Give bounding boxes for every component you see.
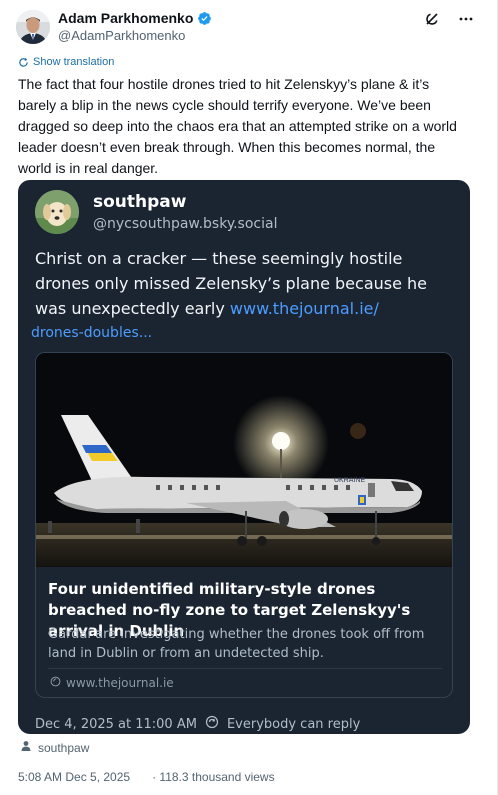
more-icon[interactable] <box>457 10 475 28</box>
tweet-meta: 5:08 AM Dec 5, 2025 · 118.3 thousand vie… <box>18 770 275 784</box>
person-icon <box>20 740 32 755</box>
link-preview-card[interactable]: UKRAINE Four unidentified military-style… <box>35 352 453 698</box>
plane-label: UKRAINE <box>334 477 365 484</box>
quote-timestamp[interactable]: Dec 4, 2025 at 11:00 AM <box>35 717 197 732</box>
show-translation-link[interactable]: Show translation <box>18 56 114 68</box>
tweet-actions-top <box>423 10 475 28</box>
tweet-text: The fact that four hostile drones tried … <box>18 76 457 176</box>
attribution-name[interactable]: southpaw <box>38 741 89 755</box>
globe-icon <box>50 676 61 690</box>
article-image[interactable]: UKRAINE <box>36 353 452 567</box>
quote-attribution[interactable]: southpaw <box>20 740 89 755</box>
reply-setting-icon <box>205 715 219 733</box>
quote-avatar[interactable] <box>35 190 79 234</box>
quote-link[interactable]: www.thejournal.ie/ <box>230 299 379 318</box>
author-handle[interactable]: @AdamParkhomenko <box>58 28 185 43</box>
view-count: · 118.3 thousand views <box>152 770 275 784</box>
card-divider <box>48 668 442 669</box>
quote-footer: Dec 4, 2025 at 11:00 AM Everybody can re… <box>35 715 360 733</box>
tweet: Adam Parkhomenko @AdamParkhomenko Show t… <box>0 0 498 795</box>
quote-text: Christ on a cracker — these seemingly ho… <box>31 246 455 346</box>
author-avatar[interactable] <box>16 10 50 44</box>
quote-author-handle[interactable]: @nycsouthpaw.bsky.social <box>93 216 277 232</box>
grok-icon[interactable] <box>423 10 441 28</box>
author-name-row[interactable]: Adam Parkhomenko <box>58 10 212 26</box>
translate-icon <box>19 57 28 67</box>
article-domain[interactable]: www.thejournal.ie <box>50 676 174 690</box>
quoted-post-card[interactable]: southpaw @nycsouthpaw.bsky.social Christ… <box>18 180 470 734</box>
verified-badge-icon <box>197 11 212 26</box>
quote-author-name[interactable]: southpaw <box>93 192 186 212</box>
article-description: Gardaí are investigating whether the dro… <box>48 627 425 661</box>
post-time[interactable]: 5:08 AM Dec 5, 2025 <box>18 770 130 784</box>
author-name[interactable]: Adam Parkhomenko <box>58 10 193 26</box>
quote-link-continued[interactable]: drones-doubles... <box>31 321 455 346</box>
show-translation-label[interactable]: Show translation <box>33 56 114 68</box>
article-domain-text[interactable]: www.thejournal.ie <box>66 676 174 690</box>
reply-setting: Everybody can reply <box>226 716 361 732</box>
